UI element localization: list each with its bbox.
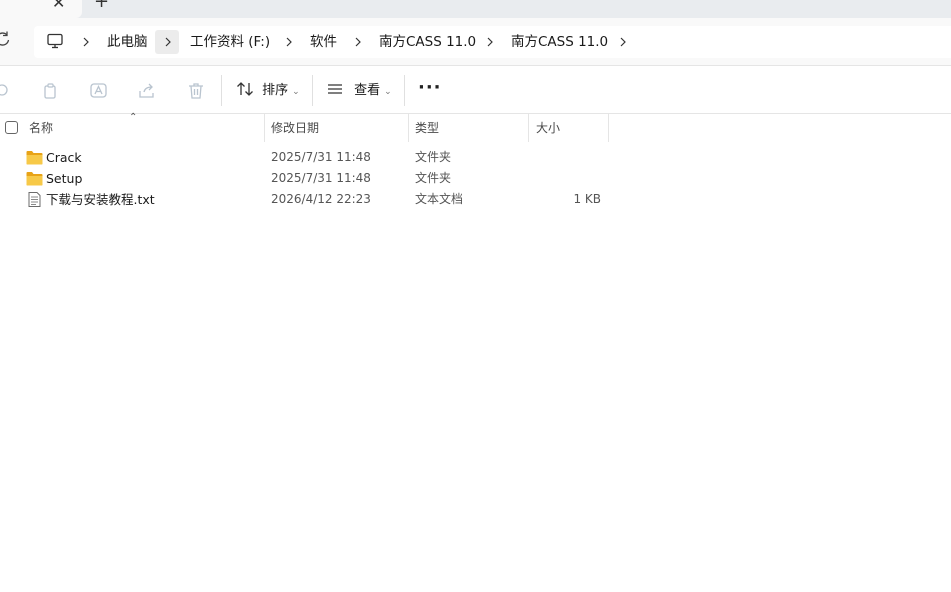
sort-ascending-icon: ⌃ xyxy=(129,112,138,123)
column-divider[interactable] xyxy=(408,114,409,142)
chevron-down-icon: ⌄ xyxy=(292,87,300,97)
column-size[interactable]: 大小 xyxy=(536,114,560,142)
pc-icon[interactable] xyxy=(46,33,64,49)
toolbar-divider xyxy=(404,75,405,106)
file-type: 文件夹 xyxy=(415,150,452,164)
active-tab[interactable]: ✕ xyxy=(0,0,82,18)
rename-icon[interactable] xyxy=(89,81,109,101)
toolbar-divider xyxy=(221,75,222,106)
sort-label: 排序 xyxy=(262,83,289,98)
chevron-right-icon[interactable] xyxy=(163,35,173,49)
close-tab-icon[interactable]: ✕ xyxy=(52,0,65,12)
view-label: 查看 xyxy=(354,83,381,98)
file-size: 1 KB xyxy=(573,192,601,206)
column-modified[interactable]: 修改日期 xyxy=(271,114,319,142)
column-name[interactable]: 名称 xyxy=(29,114,53,142)
file-row[interactable]: 下载与安装教程.txt 2026/4/12 22:23 文本文档 1 KB xyxy=(0,189,951,210)
column-header: ⌃ 名称 修改日期 类型 大小 xyxy=(0,112,951,142)
file-modified: 2025/7/31 11:48 xyxy=(271,171,371,185)
file-row[interactable]: Crack 2025/7/31 11:48 文件夹 xyxy=(0,147,951,168)
breadcrumb-software[interactable]: 软件 xyxy=(310,26,337,58)
new-tab-icon[interactable]: + xyxy=(94,0,109,11)
cut-icon[interactable] xyxy=(0,81,12,101)
view-icon xyxy=(328,84,342,94)
column-divider[interactable] xyxy=(608,114,609,142)
file-row[interactable]: Setup 2025/7/31 11:48 文件夹 xyxy=(0,168,951,189)
refresh-icon[interactable] xyxy=(0,30,14,52)
column-type[interactable]: 类型 xyxy=(415,114,439,142)
file-type: 文本文档 xyxy=(415,192,464,206)
address-row: 此电脑 工作资料 (F:) 软件 南方CASS 11.0 南方CASS 11.0 xyxy=(0,18,951,66)
file-name: Crack xyxy=(46,150,82,165)
file-name: Setup xyxy=(46,171,83,186)
text-file-icon xyxy=(26,192,43,207)
column-divider[interactable] xyxy=(528,114,529,142)
select-all-checkbox[interactable] xyxy=(5,121,18,134)
chevron-right-icon[interactable] xyxy=(284,35,294,49)
more-options-icon[interactable]: ··· xyxy=(418,79,441,101)
sort-button[interactable]: 排序 ⌄ xyxy=(236,77,300,105)
file-modified: 2026/4/12 22:23 xyxy=(271,192,371,206)
file-size xyxy=(536,147,601,168)
share-icon[interactable] xyxy=(137,81,157,101)
view-button[interactable]: 查看 ⌄ xyxy=(326,77,392,105)
folder-icon xyxy=(26,150,43,165)
folder-icon xyxy=(26,171,43,186)
command-bar: 排序 ⌄ 查看 ⌄ ··· xyxy=(0,67,951,114)
chevron-down-icon: ⌄ xyxy=(384,87,392,97)
chevron-right-icon[interactable] xyxy=(618,35,628,49)
sort-icon xyxy=(237,82,253,96)
file-type: 文件夹 xyxy=(415,171,452,185)
copy-icon[interactable] xyxy=(41,81,61,101)
chevron-right-icon[interactable] xyxy=(81,35,91,49)
breadcrumb-cass-current[interactable]: 南方CASS 11.0 xyxy=(511,26,608,58)
toolbar-divider xyxy=(312,75,313,106)
file-name: 下载与安装教程.txt xyxy=(46,192,155,207)
column-divider[interactable] xyxy=(264,114,265,142)
file-modified: 2025/7/31 11:48 xyxy=(271,150,371,164)
tab-strip: ✕ + xyxy=(0,0,951,18)
breadcrumb-this-pc[interactable]: 此电脑 xyxy=(107,26,148,58)
breadcrumb-cass-parent[interactable]: 南方CASS 11.0 xyxy=(379,26,476,58)
chevron-right-icon[interactable] xyxy=(353,35,363,49)
address-bar[interactable]: 此电脑 工作资料 (F:) 软件 南方CASS 11.0 南方CASS 11.0 xyxy=(34,26,951,58)
file-size xyxy=(536,168,601,189)
delete-icon[interactable] xyxy=(186,81,206,101)
breadcrumb-drive-f[interactable]: 工作资料 (F:) xyxy=(190,26,270,58)
chevron-right-icon[interactable] xyxy=(485,35,495,49)
